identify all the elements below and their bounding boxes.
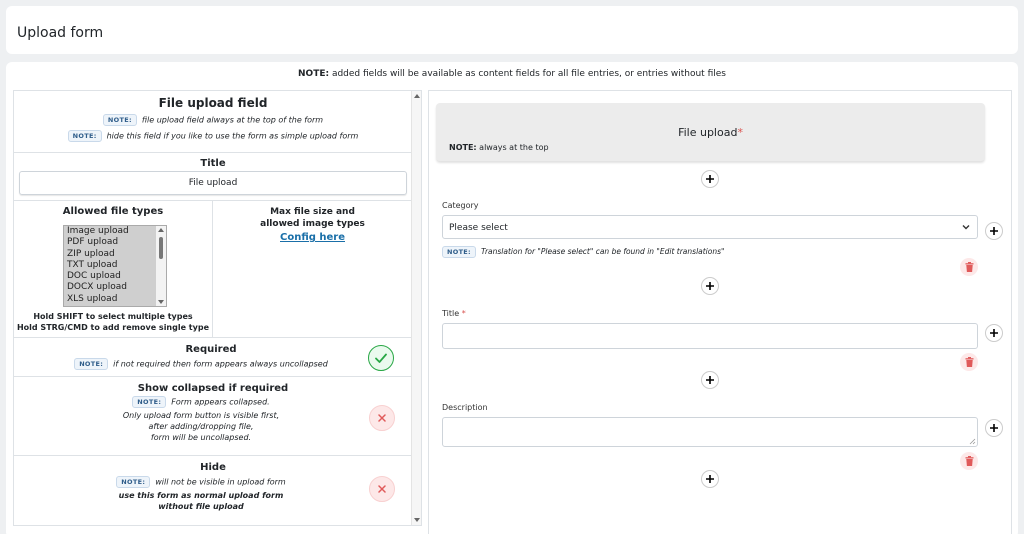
title-field-input[interactable] — [442, 323, 978, 349]
scroll-thumb[interactable] — [159, 237, 163, 259]
add-field-button[interactable] — [701, 170, 719, 188]
file-upload-field-section: File upload field NOTE: file upload field… — [14, 91, 412, 153]
listbox-scrollbar[interactable] — [156, 226, 166, 306]
panel-scrollbar[interactable] — [411, 91, 421, 525]
note-badge: NOTE: — [132, 396, 167, 408]
plus-icon — [990, 424, 998, 432]
note-badge: NOTE: — [74, 358, 109, 370]
required-toggle[interactable] — [368, 345, 394, 371]
required-label: Required — [185, 344, 237, 355]
category-label: Category — [442, 201, 479, 210]
trash-icon — [965, 357, 973, 367]
config-here-link[interactable]: Config here — [213, 232, 412, 243]
top-note: NOTE: added fields will be available as … — [298, 69, 726, 79]
scroll-down-icon[interactable] — [414, 518, 420, 522]
add-field-inline-button[interactable] — [985, 324, 1003, 342]
delete-category-button[interactable] — [960, 258, 978, 276]
page-title: Upload form — [17, 25, 104, 41]
add-field-inline-button[interactable] — [985, 222, 1003, 240]
scroll-up-icon[interactable] — [158, 228, 164, 232]
add-field-button[interactable] — [701, 277, 719, 295]
max-size-text: Max file size and allowed image types — [260, 207, 365, 229]
plus-icon — [706, 282, 714, 290]
file-type-option[interactable]: XLS upload — [64, 293, 156, 306]
file-type-option[interactable]: TXT upload — [64, 259, 156, 272]
title-field-label: Title * — [442, 309, 466, 318]
add-field-button[interactable] — [701, 470, 719, 488]
multi-select-hint: Hold SHIFT to select multiple types Hold… — [16, 312, 209, 332]
note-text: without file upload — [158, 502, 244, 511]
file-types-section: Allowed file types Image upload PDF uplo… — [14, 201, 412, 338]
delete-title-button[interactable] — [960, 353, 978, 371]
note-text: Only upload form button is visible first… — [122, 411, 280, 420]
title-input[interactable]: File upload — [19, 171, 407, 195]
check-icon — [375, 353, 387, 363]
file-type-option[interactable]: DOC upload — [64, 271, 156, 283]
title-label: Title — [200, 158, 226, 169]
plus-icon — [706, 175, 714, 183]
allowed-types-column: Allowed file types Image upload PDF uplo… — [14, 201, 213, 338]
file-type-option[interactable] — [64, 305, 156, 306]
add-field-inline-button[interactable] — [985, 419, 1003, 437]
note-badge: NOTE: — [116, 476, 151, 488]
plus-icon — [990, 227, 998, 235]
form-editor: NOTE: added fields will be available as … — [6, 62, 1018, 534]
file-types-listbox[interactable]: Image upload PDF upload ZIP upload TXT u… — [63, 225, 167, 307]
note-text: form will be uncollapsed. — [150, 433, 252, 442]
close-icon — [378, 485, 386, 493]
resize-handle-icon[interactable] — [969, 438, 976, 445]
section-title: File upload field — [158, 96, 268, 110]
file-upload-block[interactable]: File upload* NOTE: always at the top — [436, 103, 985, 161]
file-type-option[interactable]: PDF upload — [64, 237, 156, 249]
trash-icon — [965, 262, 973, 272]
hide-section: Hide NOTE: will not be visible in upload … — [14, 456, 412, 525]
category-note: NOTE: Translation for "Please select" can… — [442, 246, 724, 258]
note-line: NOTE: Form appears collapsed. — [14, 396, 388, 408]
note-badge: NOTE: — [102, 114, 137, 126]
note-badge: NOTE: — [442, 246, 476, 258]
hide-toggle[interactable] — [369, 476, 395, 502]
add-field-button[interactable] — [701, 371, 719, 389]
title-section: Title File upload — [14, 153, 412, 201]
category-select[interactable]: Please select — [442, 215, 978, 239]
description-label: Description — [442, 403, 488, 412]
max-size-column: Max file size and allowed image types Co… — [213, 201, 412, 338]
plus-icon — [706, 376, 714, 384]
note-line: NOTE: will not be visible in upload form — [14, 476, 388, 488]
show-collapsed-label: Show collapsed if required — [137, 383, 289, 394]
scroll-down-icon[interactable] — [158, 300, 164, 304]
note-badge: NOTE: — [67, 130, 102, 142]
note-text: after adding/dropping file, — [148, 422, 254, 431]
delete-description-button[interactable] — [960, 452, 978, 470]
description-textarea[interactable] — [442, 417, 978, 447]
chevron-down-icon — [962, 225, 970, 230]
close-icon — [378, 414, 386, 422]
show-collapsed-toggle[interactable] — [369, 405, 395, 431]
file-type-option[interactable]: Image upload — [64, 226, 156, 238]
required-section: Required NOTE: if not required then form … — [14, 338, 412, 377]
file-upload-title: File upload* — [678, 126, 743, 139]
file-type-option[interactable]: DOCX upload — [64, 282, 156, 294]
allowed-types-label: Allowed file types — [62, 206, 164, 217]
show-collapsed-section: Show collapsed if required NOTE: Form app… — [14, 377, 412, 456]
file-type-option[interactable]: ZIP upload — [64, 248, 156, 260]
note-line: NOTE: hide this field if you like to use … — [14, 130, 412, 142]
page-header: Upload form — [6, 6, 1018, 54]
hide-label: Hide — [200, 462, 226, 473]
form-preview-panel: File upload* NOTE: always at the top Cat… — [428, 90, 1012, 534]
file-upload-note: NOTE: always at the top — [449, 143, 549, 152]
note-line: NOTE: file upload field always at the top… — [14, 114, 412, 126]
note-text: use this form as normal upload form — [118, 491, 284, 500]
trash-icon — [965, 456, 973, 466]
plus-icon — [706, 475, 714, 483]
scroll-up-icon[interactable] — [414, 94, 420, 98]
note-line: NOTE: if not required then form appears a… — [14, 358, 388, 370]
plus-icon — [990, 329, 998, 337]
field-settings-panel: File upload field NOTE: file upload field… — [13, 90, 422, 526]
